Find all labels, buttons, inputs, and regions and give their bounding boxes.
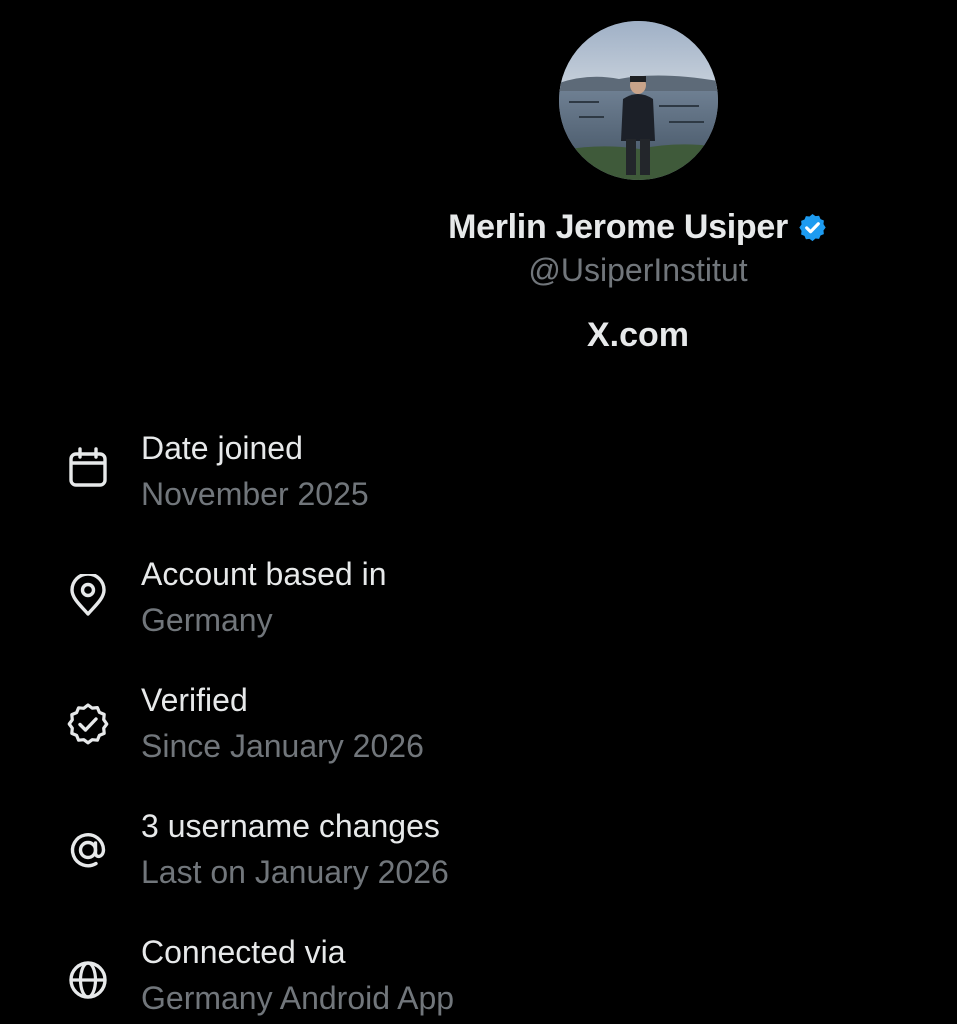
info-title: Verified: [141, 682, 248, 718]
info-subtitle: Since January 2026: [141, 728, 424, 764]
name-row: Merlin Jerome Usiper: [0, 204, 957, 250]
info-subtitle: Germany Android App: [141, 980, 455, 1016]
username-handle: @UsiperInstitut: [528, 252, 748, 288]
info-item-username-changes: 3 username changes Last on January 2026: [0, 788, 957, 898]
info-subtitle: Last on January 2026: [141, 854, 449, 890]
info-title: 3 username changes: [141, 808, 440, 844]
display-name: Merlin Jerome Usiper: [448, 207, 788, 246]
site-link[interactable]: X.com: [0, 316, 957, 355]
avatar-photo: [559, 21, 718, 180]
at-sign-icon: [66, 828, 110, 872]
info-item-connected-via: Connected via Germany Android App: [0, 914, 957, 1024]
info-item-date-joined: Date joined November 2025: [0, 410, 957, 520]
info-item-account-based-in: Account based in Germany: [0, 536, 957, 646]
verified-badge-outline-icon: [66, 702, 110, 746]
info-title: Account based in: [141, 556, 387, 592]
info-subtitle: November 2025: [141, 476, 369, 512]
info-title: Connected via: [141, 934, 346, 970]
info-title: Date joined: [141, 430, 303, 466]
info-item-verified: Verified Since January 2026: [0, 662, 957, 772]
calendar-icon: [66, 446, 110, 490]
info-subtitle: Germany: [141, 602, 273, 638]
verified-badge-icon[interactable]: [797, 212, 828, 243]
avatar[interactable]: [559, 21, 718, 180]
globe-icon: [66, 958, 110, 1002]
profile-header: Merlin Jerome Usiper @UsiperInstitut X.c…: [0, 0, 957, 380]
location-pin-icon: [66, 574, 110, 618]
